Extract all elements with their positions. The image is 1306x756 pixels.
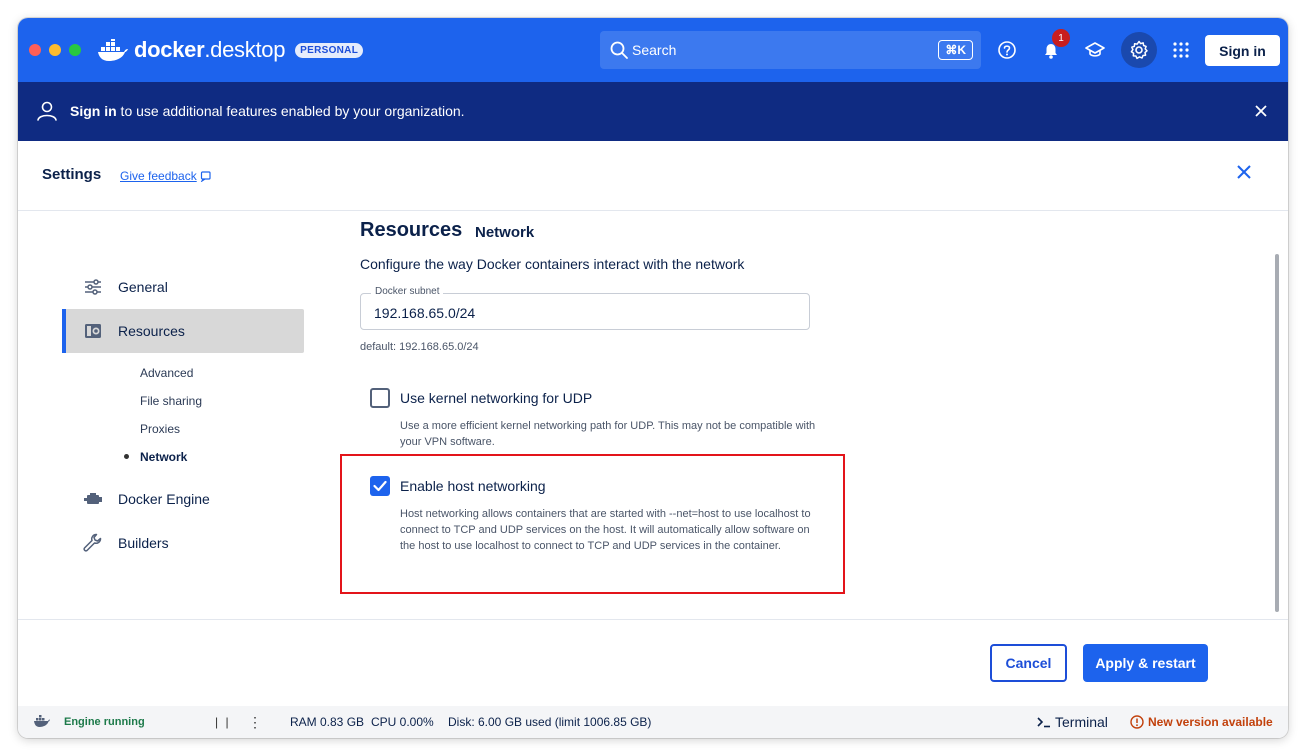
docker-desktop-window: docker.desktop PERSONAL Search ⌘K 1 Sign… [18, 18, 1288, 738]
sidebar-item-label: Builders [118, 535, 169, 551]
sidebar-subitem-proxies[interactable]: Proxies [140, 422, 180, 436]
info-alert-icon [1130, 715, 1144, 729]
engine-menu-button[interactable]: ⋮ [248, 714, 262, 731]
active-subitem-bullet [124, 454, 129, 459]
kernel-udp-checkbox[interactable] [370, 388, 390, 408]
terminal-button[interactable]: Terminal [1037, 714, 1108, 730]
sidebar-item-general[interactable]: General [62, 265, 304, 309]
ram-usage: RAM 0.83 GB [290, 715, 365, 729]
page-title: Settings [42, 166, 102, 183]
close-settings-icon[interactable] [1236, 164, 1252, 180]
engine-status: Engine running [64, 716, 145, 728]
new-version-link[interactable]: New version available [1130, 715, 1273, 729]
resources-icon [82, 321, 104, 341]
apply-restart-button[interactable]: Apply & restart [1083, 644, 1208, 682]
minimize-window-button[interactable] [49, 44, 61, 56]
zoom-window-button[interactable] [69, 44, 81, 56]
sidebar-item-builders[interactable]: Builders [62, 521, 304, 565]
logo-text: docker.desktop [134, 37, 286, 62]
give-feedback-link[interactable]: Give feedback [120, 169, 212, 183]
pause-engine-button[interactable]: | | [215, 715, 231, 729]
docker-subnet-label: Docker subnet [371, 286, 444, 297]
sliders-icon [82, 277, 104, 297]
sign-in-button[interactable]: Sign in [1205, 35, 1280, 66]
close-icon[interactable] [1254, 104, 1268, 118]
close-window-button[interactable] [29, 44, 41, 56]
docker-whale-icon [98, 39, 128, 61]
learning-center-button[interactable] [1080, 35, 1110, 65]
host-networking-help: Host networking allows containers that a… [400, 508, 811, 552]
search-bar[interactable]: Search ⌘K [600, 31, 981, 69]
kernel-udp-help: Use a more efficient kernel networking p… [400, 420, 816, 448]
docker-subnet-field[interactable]: Docker subnet 192.168.65.0/24 [360, 286, 810, 330]
search-placeholder: Search [632, 42, 677, 58]
section-title: Resources [360, 219, 463, 241]
title-bar: docker.desktop PERSONAL Search ⌘K 1 Sign… [18, 18, 1288, 82]
search-icon [610, 41, 628, 59]
section-subtitle: Network [475, 224, 535, 241]
host-networking-checkbox[interactable] [370, 476, 390, 496]
docker-logo: docker.desktop PERSONAL [98, 36, 364, 64]
settings-button[interactable] [1124, 35, 1154, 65]
docker-subnet-value: 192.168.65.0/24 [374, 305, 476, 321]
content-scrollbar[interactable] [1275, 254, 1279, 612]
docker-whale-status-icon [34, 715, 50, 727]
sidebar-item-label: General [118, 279, 168, 295]
edition-badge: PERSONAL [295, 42, 364, 58]
sidebar-item-resources[interactable]: Resources [62, 309, 304, 353]
docker-subnet-help: default: 192.168.65.0/24 [360, 341, 479, 353]
sign-in-banner: Sign in to use additional features enabl… [18, 82, 1288, 141]
checkmark-icon [373, 480, 387, 492]
cpu-usage: CPU 0.00% [371, 715, 434, 729]
notifications-button[interactable]: 1 [1036, 29, 1070, 65]
sidebar-subitem-file-sharing[interactable]: File sharing [140, 394, 202, 408]
disk-usage: Disk: 6.00 GB used (limit 1006.85 GB) [448, 715, 652, 729]
footer-divider [18, 619, 1288, 620]
cancel-button[interactable]: Cancel [990, 644, 1067, 682]
help-button[interactable] [992, 35, 1022, 65]
help-icon [998, 41, 1016, 59]
graduation-cap-icon [1085, 42, 1105, 57]
engine-icon [82, 489, 104, 509]
feedback-icon [200, 171, 211, 182]
search-shortcut: ⌘K [938, 40, 973, 60]
sidebar-subitem-network[interactable]: Network [140, 450, 187, 464]
sidebar-subitem-advanced[interactable]: Advanced [140, 366, 193, 380]
sidebar-item-label: Docker Engine [118, 491, 210, 507]
settings-header: Settings Give feedback [18, 141, 1288, 211]
terminal-icon [1037, 717, 1050, 728]
grid-icon [1173, 42, 1189, 58]
user-icon [37, 101, 57, 121]
section-description: Configure the way Docker containers inte… [360, 256, 745, 272]
banner-message: Sign in to use additional features enabl… [70, 103, 465, 119]
kernel-udp-label: Use kernel networking for UDP [400, 390, 593, 406]
extensions-grid-button[interactable] [1166, 35, 1196, 65]
sidebar-item-docker-engine[interactable]: Docker Engine [62, 477, 304, 521]
banner-sign-in-link[interactable]: Sign in [70, 103, 117, 119]
status-bar: Engine running | | ⋮ RAM 0.83 GB CPU 0.0… [18, 706, 1288, 738]
host-networking-label: Enable host networking [400, 478, 546, 494]
wrench-icon [82, 533, 104, 553]
gear-icon [1130, 40, 1148, 60]
sidebar-item-label: Resources [118, 323, 185, 339]
notification-count-badge: 1 [1052, 29, 1070, 47]
